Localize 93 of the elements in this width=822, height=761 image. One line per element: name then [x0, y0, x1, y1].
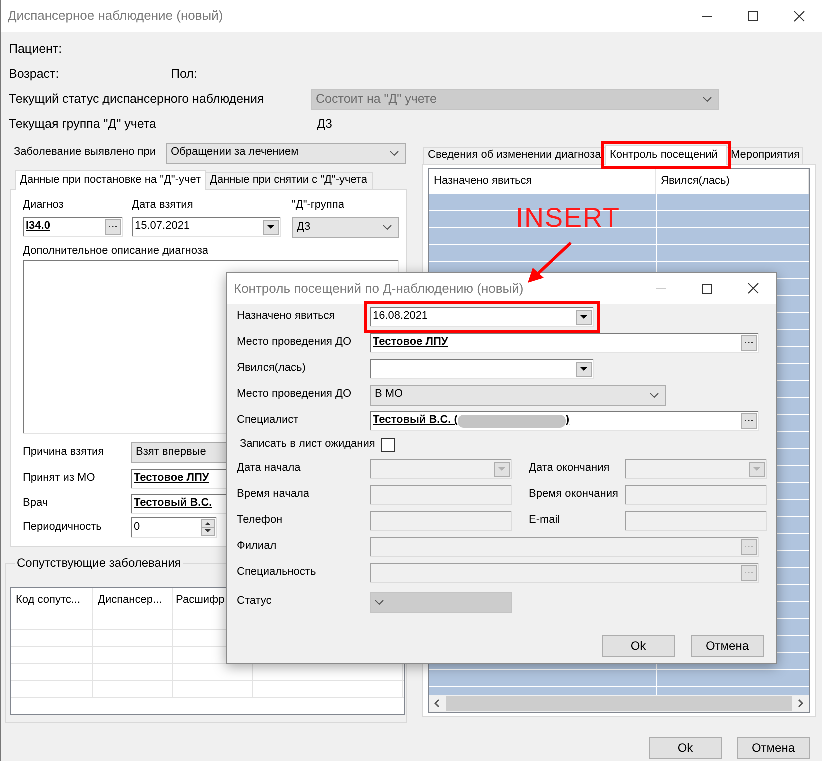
- group-title: Сопутствующие заболевания: [16, 557, 182, 569]
- checkbox[interactable]: [381, 438, 396, 452]
- combo-value: Д3: [297, 220, 311, 234]
- caret-icon: [580, 315, 588, 319]
- chevron-icon: [375, 600, 384, 604]
- group-value: Д3: [317, 117, 332, 132]
- field-label: Статус: [236, 595, 273, 609]
- field-label: "Д"-группа: [292, 199, 346, 213]
- annotation-text: INSERT: [516, 202, 621, 234]
- minimize-icon: [656, 288, 666, 289]
- chevron-icon: [383, 225, 392, 230]
- field-label: Время окончания: [528, 488, 620, 502]
- caret-icon: [753, 467, 761, 471]
- dropdown-button[interactable]: [576, 362, 592, 376]
- field-label: Дата начала: [236, 462, 302, 476]
- browse-button[interactable]: [105, 219, 121, 235]
- field-label: Причина взятия: [23, 446, 106, 460]
- close-icon: [794, 10, 804, 22]
- tab[interactable]: Мероприятия: [726, 147, 803, 164]
- group-label: Текущая группа "Д" учета: [9, 117, 158, 132]
- field-value: I34.0: [26, 220, 50, 234]
- field-label: Время начала: [236, 488, 310, 502]
- tab[interactable]: Сведения об изменении диагноза: [423, 147, 606, 164]
- field-label: Диагноз: [23, 199, 65, 213]
- dialog-button[interactable]: Отмена: [737, 737, 810, 759]
- field-value: Тестовое ЛПУ: [134, 472, 210, 486]
- field-label: Записать в лист ожидания: [240, 438, 376, 452]
- field-label: E-mail: [528, 514, 562, 528]
- dropdown-button[interactable]: [576, 310, 592, 324]
- field-label: Дата окончания: [528, 462, 611, 476]
- field-label: Место проведения ДО: [236, 336, 353, 350]
- browse-button[interactable]: [741, 413, 757, 429]
- combo-value: В МО: [375, 388, 404, 402]
- lookup-field[interactable]: Тестовое ЛПУ: [370, 333, 759, 353]
- date-field[interactable]: 16.08.2021: [370, 307, 594, 327]
- browse-button[interactable]: [741, 335, 757, 351]
- field-label: Филиал: [236, 540, 278, 554]
- chevron-icon: [390, 150, 399, 156]
- group-combo[interactable]: Д3: [292, 217, 399, 238]
- caret-icon: [267, 225, 275, 229]
- field-label: Назначено явиться: [236, 310, 336, 324]
- field-value: Тестовое ЛПУ: [373, 336, 448, 350]
- field-value: 16.08.2021: [373, 310, 428, 324]
- spin-buttons[interactable]: [201, 519, 215, 536]
- diagnosis-field[interactable]: I34.0: [23, 217, 123, 237]
- lookup-field[interactable]: Тестовый В.С. ( ): [370, 411, 759, 431]
- detected-label: Заболевание выявлено при: [13, 146, 158, 160]
- combo-value: Обращении за лечением: [171, 146, 299, 160]
- dialog-button[interactable]: Отмена: [691, 635, 764, 657]
- field-label: Явился(лась): [236, 362, 307, 376]
- dialog-button[interactable]: Ok: [649, 737, 722, 759]
- select-field[interactable]: В МО: [370, 384, 666, 406]
- date-field[interactable]: [370, 359, 594, 379]
- field-label: Дата взятия: [132, 199, 194, 213]
- caret-icon: [580, 367, 588, 371]
- sex-label: Пол:: [171, 67, 198, 82]
- table-row[interactable]: [11, 681, 404, 698]
- field-label: Периодичность: [23, 521, 103, 534]
- scroll-thumb[interactable]: [446, 696, 792, 711]
- patient-label: Пациент:: [9, 42, 62, 57]
- age-label: Возраст:: [9, 67, 60, 82]
- field-value: Тестовый В.С. (: [373, 414, 458, 428]
- field-value: 0: [134, 521, 140, 534]
- combo-value: Взят впервые: [136, 446, 206, 460]
- close-icon: [748, 283, 758, 294]
- field-label: Врач: [23, 497, 50, 510]
- detected-combo[interactable]: Обращении за лечением: [166, 142, 406, 164]
- tab[interactable]: Данные при постановке на "Д"-учет: [15, 170, 206, 190]
- dropdown-button[interactable]: [263, 220, 279, 234]
- maximize-icon: [748, 11, 758, 21]
- field-value: 15.07.2021: [135, 220, 190, 234]
- periodicity-field[interactable]: 0: [131, 517, 217, 538]
- chevron-icon: [703, 97, 712, 102]
- field-value: ): [566, 414, 570, 428]
- field-label: Специальность: [236, 566, 318, 580]
- status-label: Текущий статус диспансерного наблюдения: [9, 92, 266, 107]
- chevron-icon: [650, 392, 659, 398]
- dialog-button[interactable]: Ok: [602, 635, 675, 657]
- field-label: Принят из МО: [23, 472, 96, 486]
- arrow-icon: [525, 240, 575, 286]
- tab[interactable]: Данные при снятии с "Д"-учета: [205, 172, 373, 189]
- field-label: Место проведения ДО: [236, 388, 353, 402]
- dialog-title: Контроль посещений по Д-наблюдению (новый): [233, 280, 525, 296]
- scrollbar[interactable]: [429, 695, 809, 712]
- field-value: Тестовый В.С.: [134, 497, 212, 510]
- field-label: Телефон: [236, 514, 284, 528]
- maximize-icon: [702, 284, 712, 294]
- field-label: Специалист: [236, 414, 300, 428]
- caret-icon: [498, 467, 506, 471]
- field-label: Дополнительное описание диагноза: [23, 245, 210, 258]
- combo-value: Состоит на "Д" учете: [316, 92, 437, 107]
- window-title: Диспансерное наблюдение (новый): [7, 8, 224, 24]
- date-field[interactable]: 15.07.2021: [132, 217, 281, 237]
